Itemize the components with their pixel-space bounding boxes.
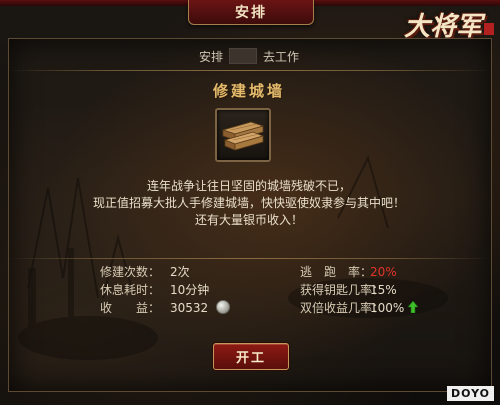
description-line-3: 还有大量银币收入！	[194, 213, 303, 227]
assign-worker-row: 安排 去工作	[8, 44, 490, 68]
start-work-button[interactable]: 开工	[213, 343, 289, 370]
green-up-arrow-icon	[408, 301, 419, 313]
stat-value: 10分钟	[170, 283, 210, 297]
description-line-2: 现正值招募大批人手修建城墙，快快驱使奴隶参与其中吧！	[92, 196, 405, 210]
task-description: 连年战争让往日坚固的城墙残破不已， 现正值招募大批人手修建城墙，快快驱使奴隶参与…	[8, 178, 490, 229]
stat-income: 收 益： 30532	[100, 300, 250, 316]
stat-label: 逃 跑 率：	[300, 265, 373, 279]
worker-name-slot[interactable]	[229, 48, 257, 64]
silver-coin-icon	[216, 300, 231, 314]
assign-suffix: 去工作	[263, 49, 300, 64]
header-divider	[8, 70, 490, 71]
assign-prefix: 安排	[198, 49, 223, 64]
logo-seal-icon	[484, 23, 494, 35]
stat-label: 修建次数：	[100, 265, 161, 279]
stat-rest-time: 休息耗时： 10分钟	[100, 282, 250, 298]
lumber-planks-icon	[215, 108, 271, 162]
stat-escape-rate: 逃 跑 率： 20%	[300, 264, 470, 280]
task-title: 修建城墙	[212, 82, 285, 100]
stat-build-count: 修建次数： 2次	[100, 264, 250, 280]
stat-value: 30532	[170, 300, 231, 316]
stats-divider	[8, 258, 490, 259]
stat-value: 2次	[170, 265, 190, 279]
stat-key-chance: 获得钥匙几率： 15%	[300, 282, 470, 298]
stat-double-income-chance: 双倍收益几率： 100%	[300, 300, 470, 316]
watermark-logo: DOYO	[446, 386, 494, 401]
stat-value: 100%	[370, 300, 419, 316]
stat-label: 休息耗时：	[100, 283, 161, 297]
stat-value: 20%	[370, 265, 397, 279]
stat-label: 收 益：	[100, 301, 161, 315]
dialog-title: 安排	[188, 0, 314, 25]
stat-value: 15%	[370, 283, 397, 297]
logo-text: 大将军	[403, 11, 482, 42]
double-income-value: 100%	[370, 301, 405, 315]
income-value: 30532	[170, 301, 209, 315]
description-line-1: 连年战争让往日坚固的城墙残破不已，	[146, 179, 351, 193]
